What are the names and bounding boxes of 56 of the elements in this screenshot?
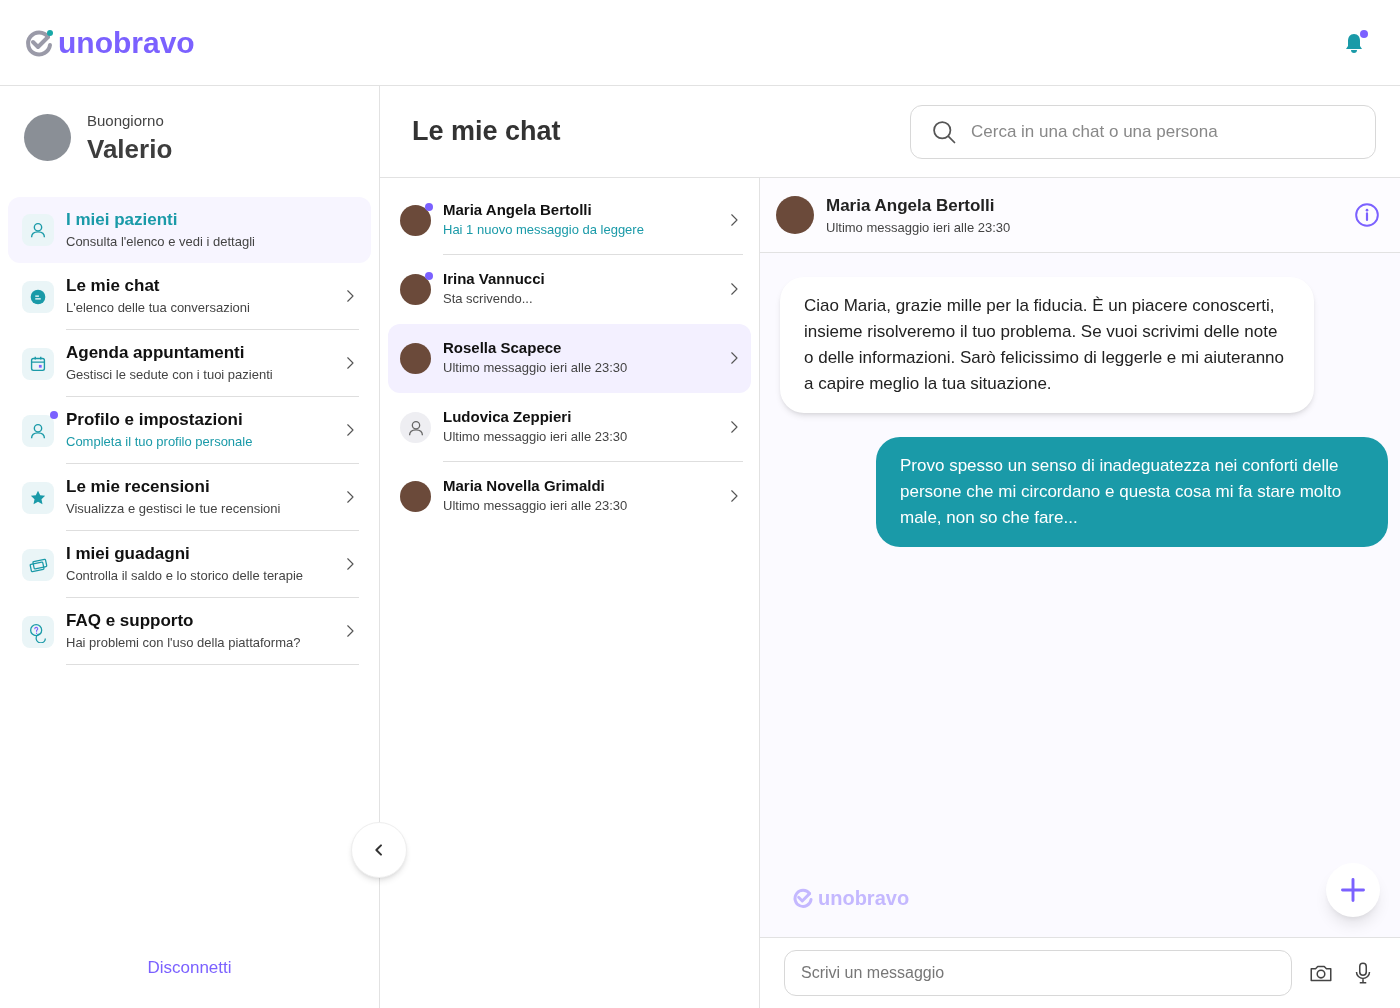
received-message-bubble: Ciao Maria, grazie mille per la fiducia. È un piacere conoscerti, insieme risolveremo il tuo problema. Se vuoi scrivimi delle note o delle informazioni. Sarò felicissimo di leggerle e mi aiuteranno a capire meglio la tua situazione. — [780, 277, 1314, 413]
avatar-photo-placeholder — [400, 481, 431, 512]
avatar-photo-placeholder — [400, 205, 431, 236]
plus-icon — [1339, 876, 1367, 904]
menu-item-subtitle: Hai problemi con l'uso della piattaforma? — [66, 634, 301, 652]
menu-item-title: FAQ e supporto — [66, 610, 195, 632]
check-logo-icon — [24, 27, 54, 58]
chat-list-item[interactable]: Rosella Scapece Ultimo messaggio ieri alle 23:30 — [388, 324, 751, 393]
avatar-photo-placeholder — [400, 274, 431, 305]
contact-name: Irina Vannucci — [443, 269, 545, 289]
menu-item-title: Profilo e impostazioni — [66, 409, 244, 431]
contact-name: Maria Novella Grimaldi — [443, 476, 606, 496]
sidebar-menu-item[interactable]: I miei guadagni Controlla il saldo e lo storico delle terapie — [8, 531, 371, 598]
menu-item-title: I miei pazienti — [66, 209, 179, 231]
menu-item-title: Le mie recensioni — [66, 476, 211, 498]
contact-name: Maria Angela Bertolli — [826, 194, 996, 217]
menu-item-subtitle: L'elenco delle tua conversazioni — [66, 299, 250, 317]
menu-item-title: I miei guadagni — [66, 543, 191, 565]
greeting-text: Buongiorno — [87, 111, 165, 131]
message-preview: Ultimo messaggio ieri alle 23:30 — [443, 497, 628, 515]
sidebar-menu-item[interactable]: Le mie chat L'elenco delle tua conversazioni — [8, 263, 371, 330]
brand-logo-text: unobravo — [58, 27, 195, 58]
avatar-photo-placeholder — [24, 114, 71, 161]
logout-link[interactable]: Disconnetti — [147, 954, 232, 980]
check-logo-icon — [792, 887, 814, 909]
menu-item-title: Agenda appuntamenti — [66, 342, 246, 364]
message-preview: Ultimo messaggio ieri alle 23:30 — [443, 428, 628, 446]
menu-item-title: Le mie chat — [66, 275, 161, 297]
message-preview: Sta scrivendo... — [443, 290, 534, 308]
message-preview: Ultimo messaggio ieri alle 23:30 — [443, 359, 628, 377]
search-field[interactable]: Cerca in una chat o una persona — [910, 104, 1376, 159]
sent-message-bubble: Provo spesso un senso di inadeguatezza nei conforti delle persone che mi circordano e questa cosa mi fa stare molto male, non so che fare... — [876, 437, 1388, 547]
info-icon — [1354, 202, 1380, 228]
avatar-photo-placeholder — [776, 196, 814, 234]
message-input-field[interactable]: Scrivi un messaggio — [784, 950, 1292, 996]
add-button[interactable] — [1326, 863, 1380, 917]
user-name: Valerio — [87, 132, 173, 165]
sidebar-menu-item[interactable]: FAQ e supporto Hai problemi con l'uso della piattaforma? — [8, 598, 371, 665]
menu-item-subtitle: Visualizza e gestisci le tue recensioni — [66, 500, 281, 518]
last-message-status: Ultimo messaggio ieri alle 23:30 — [826, 219, 1012, 237]
menu-item-subtitle: Controlla il saldo e lo storico delle terapie — [66, 567, 303, 585]
message-preview: Hai 1 nuovo messaggio da leggere — [443, 221, 644, 239]
menu-item-subtitle: Consulta l'elenco e vedi i dettagli — [66, 233, 255, 251]
avatar-photo-placeholder — [400, 343, 431, 374]
sidebar-menu-item[interactable]: Le mie recensioni Visualizza e gestisci le tue recensioni — [8, 464, 371, 531]
contact-name: Maria Angela Bertolli — [443, 200, 593, 220]
sidebar-menu-item[interactable]: I miei pazienti Consulta l'elenco e vedi i dettagli — [8, 197, 371, 263]
brand-logo-text: unobravo — [818, 886, 910, 911]
contact-name: Ludovica Zeppieri — [443, 407, 573, 427]
sidebar-menu-item[interactable]: Profilo e impostazioni Completa il tuo profilo personale — [8, 397, 371, 464]
sidebar-menu-item[interactable]: Agenda appuntamenti Gestisci le sedute con i tuoi pazienti — [8, 330, 371, 397]
info-button[interactable] — [1354, 202, 1380, 228]
page-title: Le mie chat — [412, 115, 561, 149]
menu-item-subtitle: Gestisci le sedute con i tuoi pazienti — [66, 366, 273, 384]
contact-name: Rosella Scapece — [443, 338, 563, 358]
menu-item-subtitle: Completa il tuo profilo personale — [66, 433, 253, 451]
